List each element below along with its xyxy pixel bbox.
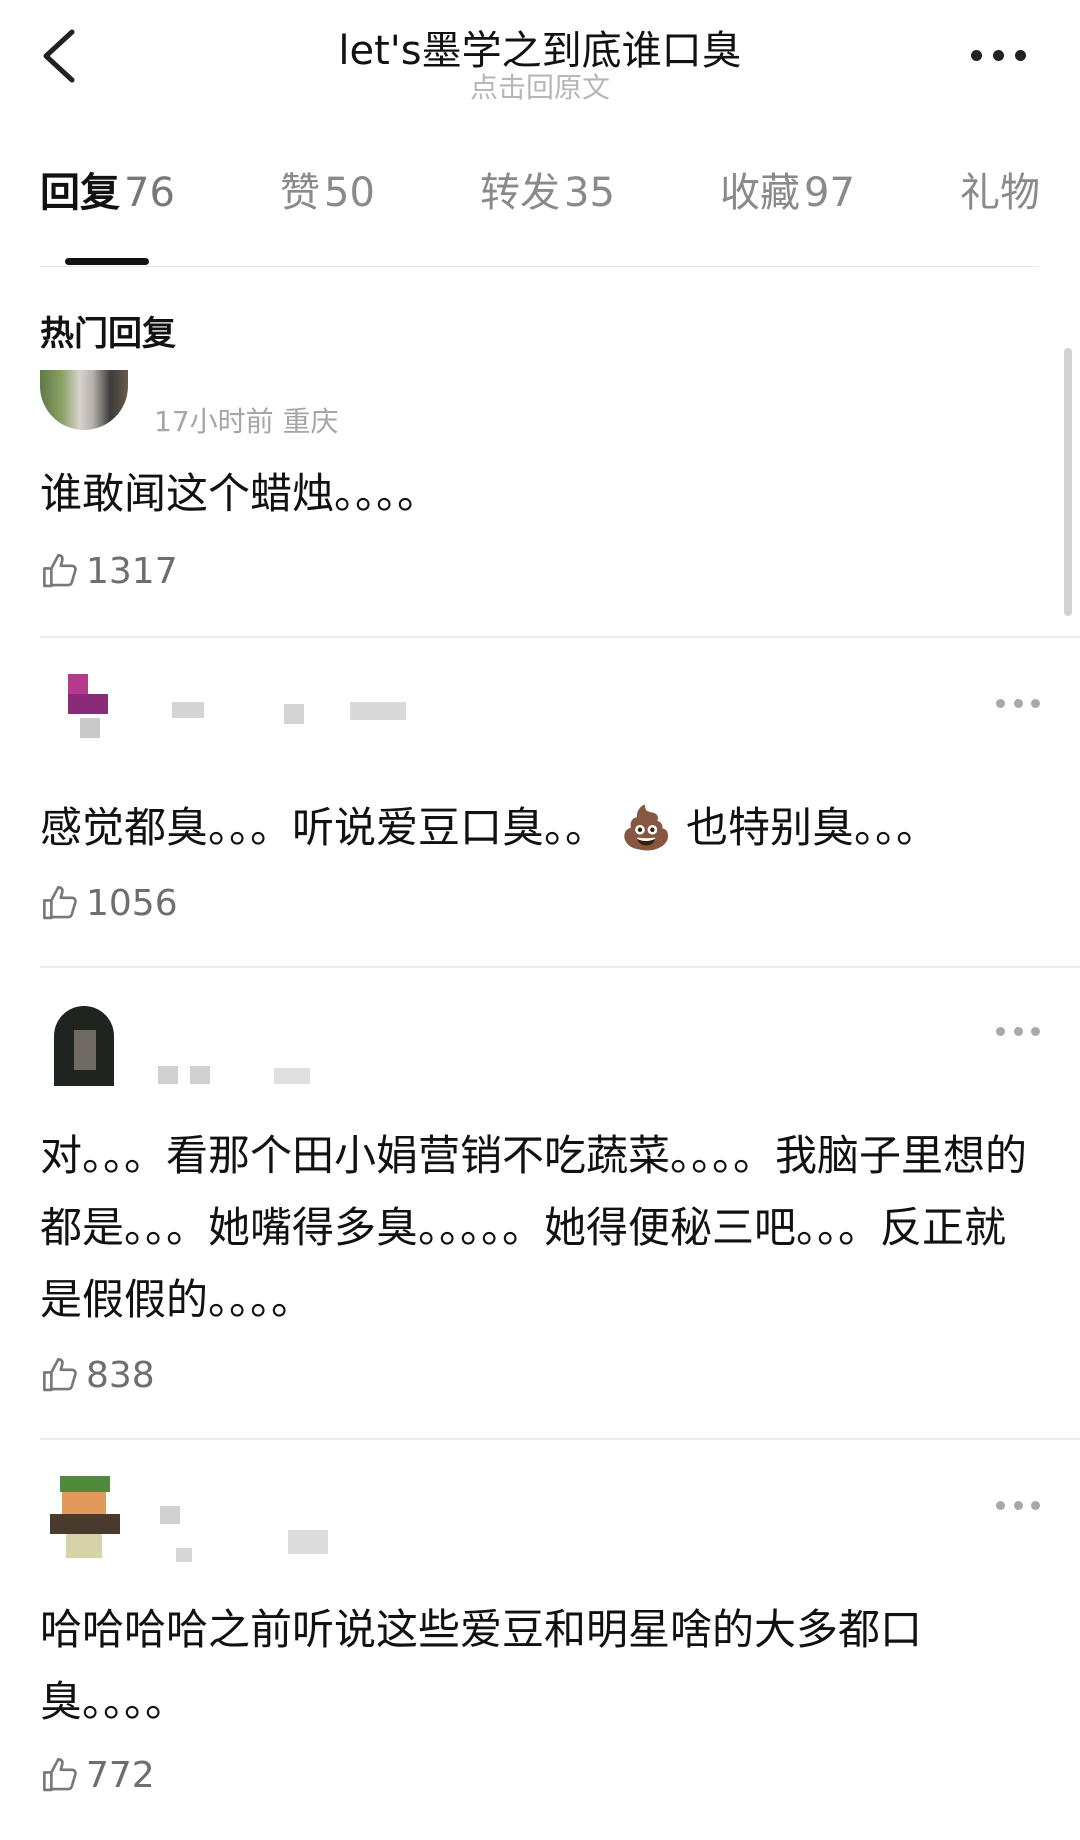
tab-divider [40, 266, 1038, 267]
hot-replies-heading: 热门回复 [40, 314, 176, 354]
avatar[interactable] [40, 1474, 128, 1562]
tab-label: 回复 [40, 170, 120, 216]
like-button[interactable]: 1056 [40, 880, 178, 926]
tab-likes[interactable]: 赞 50 [280, 160, 375, 270]
back-to-original-link[interactable]: 点击回原文 [0, 66, 1080, 106]
tab-gifts[interactable]: 礼物 [960, 160, 1040, 270]
tab-label: 收藏 [720, 170, 800, 216]
avatar[interactable] [40, 1000, 128, 1088]
thumbs-up-icon [43, 1357, 77, 1392]
thumbs-up-icon [43, 885, 77, 920]
comment-more-button[interactable] [996, 696, 1040, 710]
comment-divider [40, 636, 1080, 638]
comment-divider [40, 1438, 1080, 1440]
like-button[interactable]: 838 [40, 1352, 155, 1398]
thumbs-up-icon [43, 1757, 77, 1792]
like-count: 1056 [86, 882, 178, 924]
more-horizontal-icon [971, 49, 982, 61]
comment-text: 哈哈哈哈之前听说这些爱豆和明星啥的大多都口臭。。。。 [40, 1605, 923, 1726]
tab-reposts[interactable]: 转发 35 [480, 160, 615, 270]
like-count: 772 [86, 1754, 155, 1796]
tab-favorites[interactable]: 收藏 97 [720, 160, 855, 270]
comment-meta: 17小时前 重庆 [154, 405, 339, 438]
tab-replies[interactable]: 回复 76 [40, 160, 175, 270]
tab-label: 礼物 [960, 170, 1040, 216]
comment-more-button[interactable] [996, 1024, 1040, 1038]
tab-label: 赞 [280, 170, 320, 216]
like-button[interactable]: 772 [40, 1752, 155, 1798]
tab-count: 35 [564, 170, 615, 216]
avatar[interactable] [40, 370, 128, 430]
comment-divider [40, 966, 1080, 968]
top-bar: let's墨学之到底谁口臭 点击回原文 [0, 0, 1080, 120]
scrollbar[interactable] [1064, 348, 1072, 616]
tab-bar: 回复 76 赞 50 转发 35 收藏 97 礼物 [40, 160, 1040, 270]
like-button[interactable]: 1317 [40, 548, 178, 594]
tab-count: 76 [124, 170, 175, 216]
comment-text: 感觉都臭。。。听说爱豆口臭。。 💩 也特别臭。。。 [40, 803, 938, 852]
avatar[interactable] [40, 672, 128, 760]
comment-text: 对。。。看那个田小娟营销不吃蔬菜。。。。我脑子里想的都是。。。她嘴得多臭。。。。… [40, 1131, 1028, 1324]
comment-more-button[interactable] [996, 1498, 1040, 1512]
more-horizontal-icon [996, 698, 1005, 708]
like-count: 1317 [86, 550, 178, 592]
more-options-button[interactable] [936, 40, 1026, 70]
tab-count: 97 [804, 170, 855, 216]
more-horizontal-icon [996, 1500, 1005, 1510]
more-horizontal-icon [996, 1026, 1005, 1036]
like-count: 838 [86, 1354, 155, 1396]
active-tab-indicator [65, 258, 150, 265]
thumbs-up-icon [43, 553, 77, 588]
comment-text: 谁敢闻这个蜡烛。。。。 [40, 469, 440, 518]
tab-label: 转发 [480, 170, 560, 216]
tab-count: 50 [324, 170, 375, 216]
